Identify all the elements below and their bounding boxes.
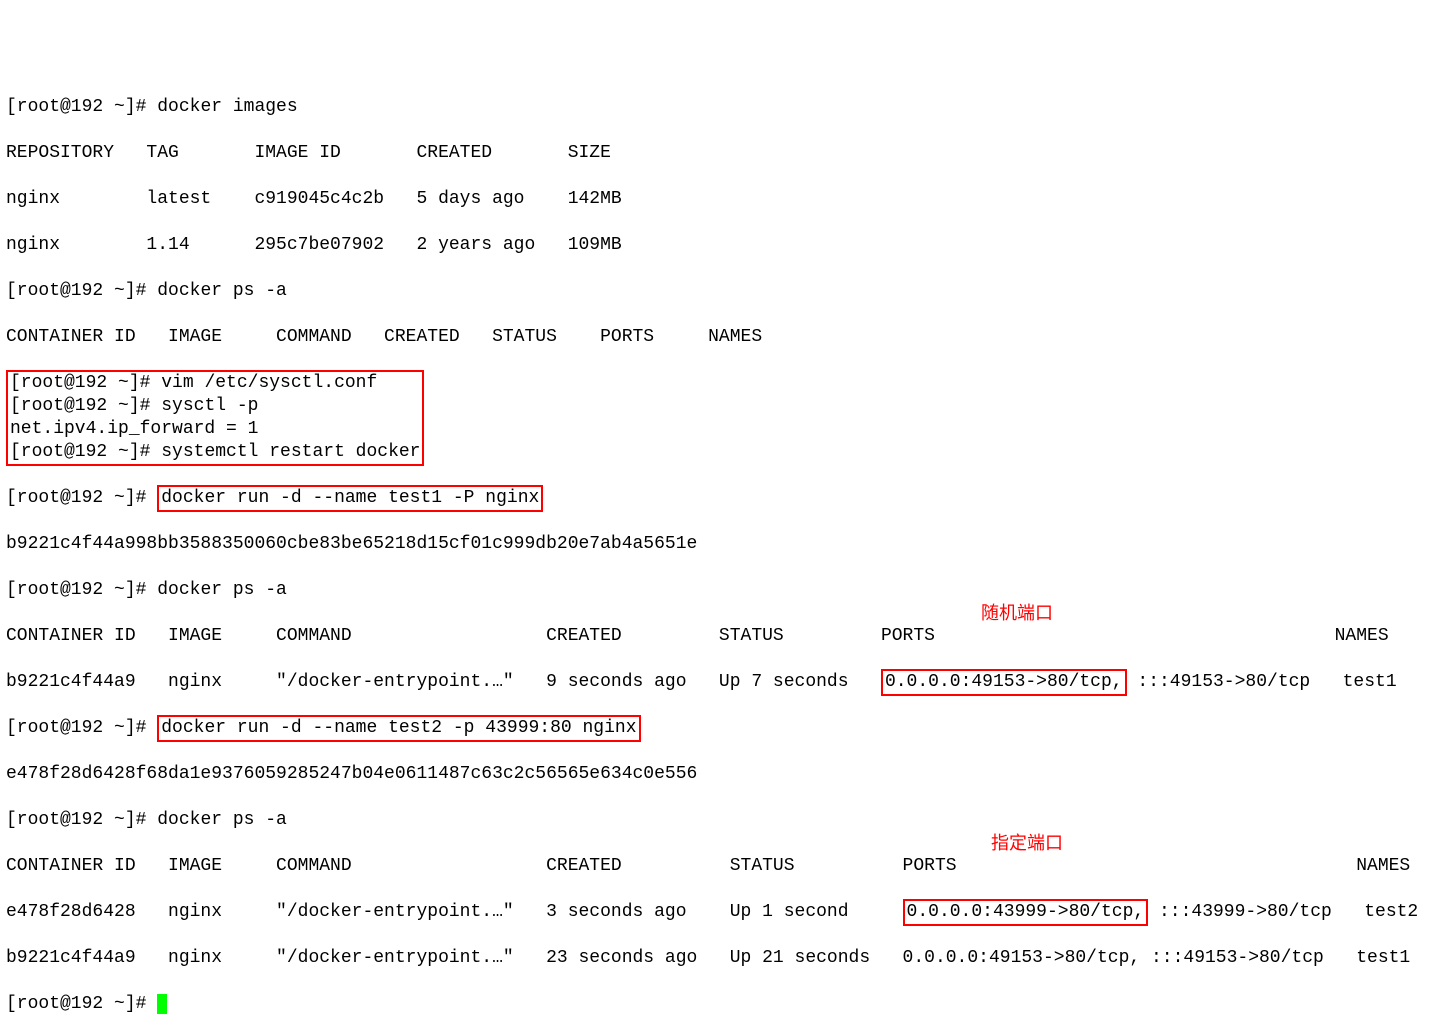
hash-output: b9221c4f44a998bb3588350060cbe83be65218d1…	[6, 533, 1431, 556]
cmd: docker ps -a	[157, 580, 287, 600]
port-mapping: 0.0.0.0:49153->80/tcp,	[885, 672, 1123, 692]
ps-row: e478f28d6428 nginx "/docker-entrypoint.……	[6, 901, 1431, 924]
highlight-block1: [root@192 ~]# vim /etc/sysctl.conf [root…	[6, 372, 1431, 464]
annotation-fixed-port: 指定端口	[991, 832, 1063, 855]
prompt: [root@192 ~]#	[6, 488, 157, 508]
ps-row: b9221c4f44a9 nginx "/docker-entrypoint.……	[6, 671, 1431, 694]
line-cmd-ps3: [root@192 ~]# docker ps -a	[6, 809, 1431, 832]
cmd: vim /etc/sysctl.conf	[161, 373, 377, 393]
hash-output: e478f28d6428f68da1e9376059285247b04e0611…	[6, 763, 1431, 786]
cursor-icon[interactable]	[157, 994, 167, 1014]
prompt: [root@192 ~]#	[10, 373, 161, 393]
highlight-box: [root@192 ~]# vim /etc/sysctl.conf [root…	[6, 370, 424, 466]
cmd: docker run -d --name test1 -P nginx	[161, 488, 539, 508]
highlight-box: docker run -d --name test1 -P nginx	[157, 485, 543, 512]
line-prompt-cursor: [root@192 ~]#	[6, 993, 1431, 1016]
cmd: docker images	[157, 97, 297, 117]
ps-row-post: :::49153->80/tcp test1	[1127, 672, 1397, 692]
highlight-box-port: 0.0.0.0:43999->80/tcp,	[903, 899, 1149, 926]
annotation-random-port: 随机端口	[981, 602, 1053, 625]
ps-row-post: :::43999->80/tcp test2	[1148, 902, 1418, 922]
ps-header: CONTAINER ID IMAGE COMMAND CREATED STATU…	[6, 625, 1431, 648]
ps-row-pre: b9221c4f44a9 nginx "/docker-entrypoint.……	[6, 672, 881, 692]
prompt: [root@192 ~]#	[6, 718, 157, 738]
prompt: [root@192 ~]#	[6, 994, 157, 1014]
prompt: [root@192 ~]#	[6, 281, 157, 301]
cmd: sysctl -p	[161, 396, 258, 416]
prompt: [root@192 ~]#	[10, 442, 161, 462]
cmd: systemctl restart docker	[161, 442, 420, 462]
highlight-box-port: 0.0.0.0:49153->80/tcp,	[881, 669, 1127, 696]
ps-row-pre: e478f28d6428 nginx "/docker-entrypoint.……	[6, 902, 903, 922]
ps-row: b9221c4f44a9 nginx "/docker-entrypoint.……	[6, 947, 1431, 970]
prompt: [root@192 ~]#	[10, 396, 161, 416]
images-row: nginx latest c919045c4c2b 5 days ago 142…	[6, 188, 1431, 211]
images-header: REPOSITORY TAG IMAGE ID CREATED SIZE	[6, 142, 1431, 165]
cmd: docker run -d --name test2 -p 43999:80 n…	[161, 718, 636, 738]
highlight-box: docker run -d --name test2 -p 43999:80 n…	[157, 715, 640, 742]
cmd: docker ps -a	[157, 810, 287, 830]
prompt: [root@192 ~]#	[6, 97, 157, 117]
line-cmd-ps: [root@192 ~]# docker ps -a	[6, 280, 1431, 303]
line-cmd-run2: [root@192 ~]# docker run -d --name test2…	[6, 717, 1431, 740]
port-mapping: 0.0.0.0:43999->80/tcp,	[907, 902, 1145, 922]
line-cmd-ps2: [root@192 ~]# docker ps -a	[6, 579, 1431, 602]
ps-header: CONTAINER ID IMAGE COMMAND CREATED STATU…	[6, 326, 1431, 349]
cmd: docker ps -a	[157, 281, 287, 301]
ps-header: CONTAINER ID IMAGE COMMAND CREATED STATU…	[6, 855, 1431, 878]
images-row: nginx 1.14 295c7be07902 2 years ago 109M…	[6, 234, 1431, 257]
line-cmd-run1: [root@192 ~]# docker run -d --name test1…	[6, 487, 1431, 510]
prompt: [root@192 ~]#	[6, 810, 157, 830]
output: net.ipv4.ip_forward = 1	[10, 419, 258, 439]
prompt: [root@192 ~]#	[6, 580, 157, 600]
line-cmd-images: [root@192 ~]# docker images	[6, 96, 1431, 119]
